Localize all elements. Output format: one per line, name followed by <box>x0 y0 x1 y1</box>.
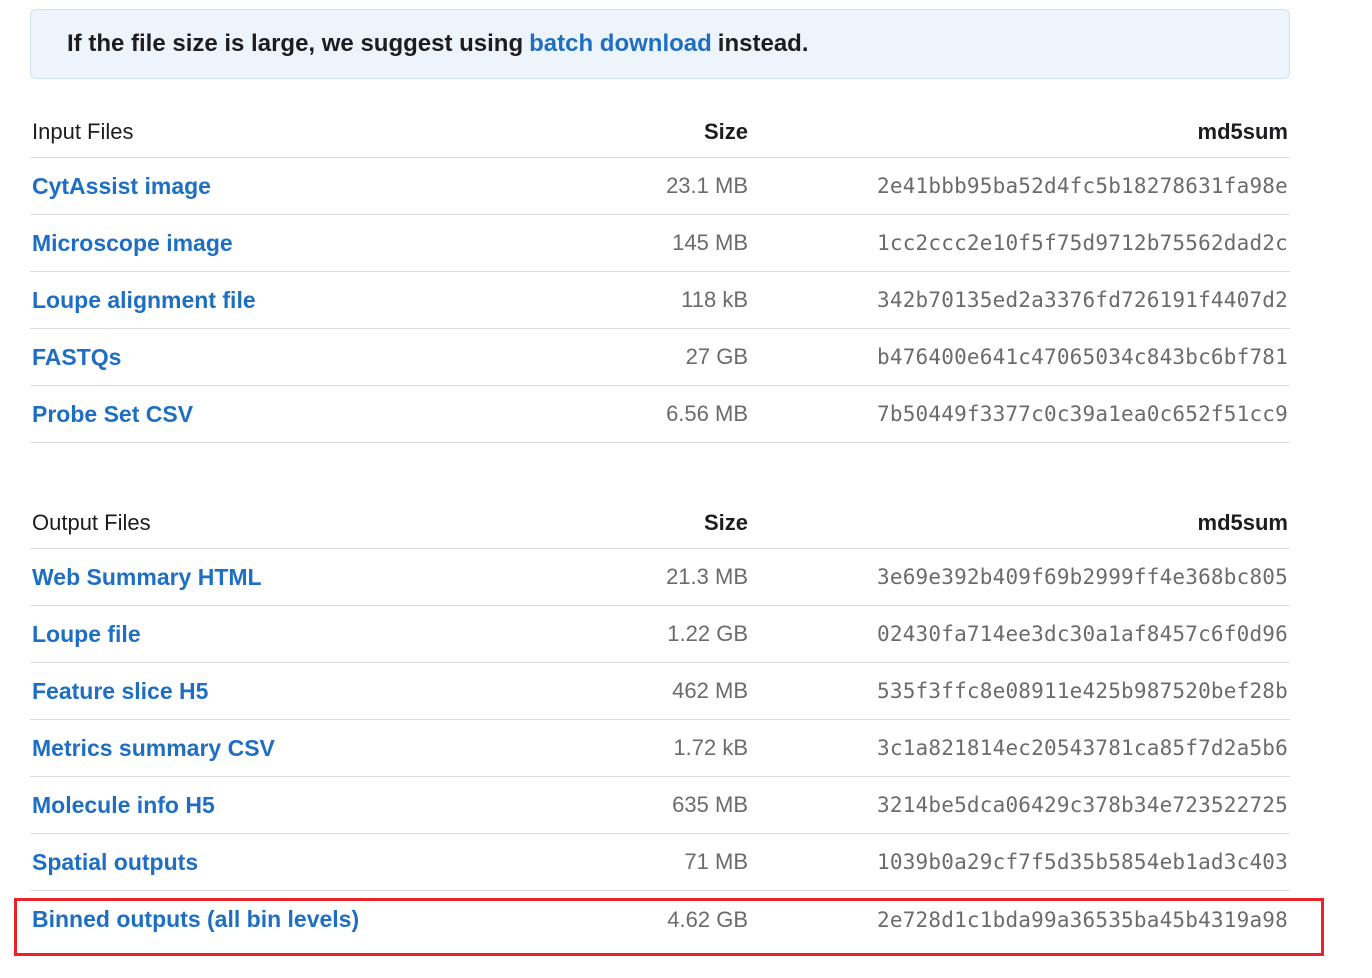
file-link-loupe-alignment-file[interactable]: Loupe alignment file <box>32 287 256 313</box>
file-link-fastqs[interactable]: FASTQs <box>32 344 121 370</box>
output-files-table: Output Files Size md5sum Web Summary HTM… <box>30 497 1290 948</box>
file-md5sum: 7b50449f3377c0c39a1ea0c652f51cc9 <box>877 402 1288 426</box>
file-link-binned-outputs[interactable]: Binned outputs (all bin levels) <box>32 906 359 932</box>
input-files-header: Input Files Size md5sum <box>30 106 1290 158</box>
output-files-heading: Output Files <box>32 509 151 535</box>
notice-suffix: instead. <box>717 30 809 57</box>
file-link-feature-slice-h5[interactable]: Feature slice H5 <box>32 678 208 704</box>
batch-download-link[interactable]: batch download <box>529 30 712 58</box>
file-md5sum: b476400e641c47065034c843bc6bf781 <box>877 345 1288 369</box>
input-files-table: Input Files Size md5sum CytAssist image … <box>30 106 1290 443</box>
table-row: Spatial outputs 71 MB 1039b0a29cf7f5d35b… <box>30 834 1290 891</box>
file-size: 145 MB <box>672 230 748 255</box>
table-row: Loupe file 1.22 GB 02430fa714ee3dc30a1af… <box>30 606 1290 663</box>
table-row: Feature slice H5 462 MB 535f3ffc8e08911e… <box>30 663 1290 720</box>
table-row: Web Summary HTML 21.3 MB 3e69e392b409f69… <box>30 549 1290 606</box>
md5sum-column-header: md5sum <box>1197 509 1288 535</box>
file-size: 71 MB <box>684 849 748 874</box>
table-row: Probe Set CSV 6.56 MB 7b50449f3377c0c39a… <box>30 386 1290 443</box>
file-link-loupe-file[interactable]: Loupe file <box>32 621 141 647</box>
file-size: 118 kB <box>681 287 748 312</box>
table-row: CytAssist image 23.1 MB 2e41bbb95ba52d4f… <box>30 158 1290 215</box>
file-md5sum: 3214be5dca06429c378b34e723522725 <box>877 793 1288 817</box>
file-link-web-summary-html[interactable]: Web Summary HTML <box>32 564 262 590</box>
file-md5sum: 3c1a821814ec20543781ca85f7d2a5b6 <box>877 736 1288 760</box>
file-size: 1.22 GB <box>667 621 748 646</box>
file-size: 6.56 MB <box>666 401 748 426</box>
file-link-metrics-summary-csv[interactable]: Metrics summary CSV <box>32 735 275 761</box>
table-row: Loupe alignment file 118 kB 342b70135ed2… <box>30 272 1290 329</box>
table-row: Binned outputs (all bin levels) 4.62 GB … <box>30 891 1290 948</box>
file-link-probe-set-csv[interactable]: Probe Set CSV <box>32 401 193 427</box>
file-size: 27 GB <box>685 344 748 369</box>
file-size: 1.72 kB <box>673 735 748 760</box>
file-size: 635 MB <box>672 792 748 817</box>
file-md5sum: 2e728d1c1bda99a36535ba45b4319a98 <box>877 907 1288 932</box>
file-md5sum: 2e41bbb95ba52d4fc5b18278631fa98e <box>877 174 1288 198</box>
file-md5sum: 342b70135ed2a3376fd726191f4407d2 <box>877 288 1288 312</box>
size-column-header: Size <box>703 118 748 144</box>
file-size: 462 MB <box>672 678 748 703</box>
batch-download-notice: If the file size is large, we suggest us… <box>30 9 1290 79</box>
file-md5sum: 1039b0a29cf7f5d35b5854eb1ad3c403 <box>877 850 1288 874</box>
table-row: Microscope image 145 MB 1cc2ccc2e10f5f75… <box>30 215 1290 272</box>
input-files-heading: Input Files <box>32 118 134 144</box>
page: If the file size is large, we suggest us… <box>0 0 1372 978</box>
file-link-spatial-outputs[interactable]: Spatial outputs <box>32 849 198 875</box>
output-files-header: Output Files Size md5sum <box>30 497 1290 549</box>
file-md5sum: 3e69e392b409f69b2999ff4e368bc805 <box>877 565 1288 589</box>
table-row: Molecule info H5 635 MB 3214be5dca06429c… <box>30 777 1290 834</box>
table-row: Metrics summary CSV 1.72 kB 3c1a821814ec… <box>30 720 1290 777</box>
file-link-cytassist-image[interactable]: CytAssist image <box>32 173 211 199</box>
file-md5sum: 02430fa714ee3dc30a1af8457c6f0d96 <box>877 622 1288 646</box>
file-size: 23.1 MB <box>666 173 748 198</box>
file-link-microscope-image[interactable]: Microscope image <box>32 230 233 256</box>
file-link-molecule-info-h5[interactable]: Molecule info H5 <box>32 792 215 818</box>
size-column-header: Size <box>703 509 748 535</box>
file-md5sum: 1cc2ccc2e10f5f75d9712b75562dad2c <box>877 231 1288 255</box>
table-row: FASTQs 27 GB b476400e641c47065034c843bc6… <box>30 329 1290 386</box>
notice-prefix: If the file size is large, we suggest us… <box>67 30 524 57</box>
md5sum-column-header: md5sum <box>1197 118 1288 144</box>
file-size: 21.3 MB <box>666 564 748 589</box>
file-size: 4.62 GB <box>667 906 748 932</box>
file-md5sum: 535f3ffc8e08911e425b987520bef28b <box>877 679 1288 703</box>
